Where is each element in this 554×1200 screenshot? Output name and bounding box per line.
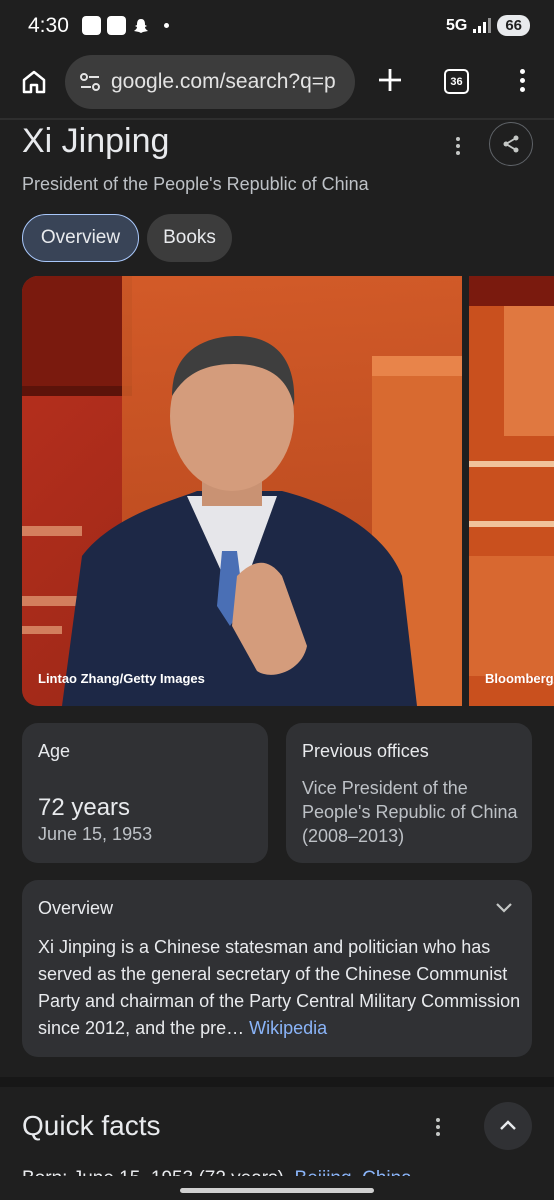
home-icon (22, 70, 46, 94)
more-notifications-dot (164, 23, 169, 28)
quick-facts-more-button[interactable] (431, 1118, 445, 1138)
overview-card[interactable]: Overview Xi Jinping is a Chinese statesm… (22, 880, 532, 1057)
new-tab-button[interactable] (374, 64, 406, 96)
youtube-icon (82, 16, 101, 35)
secondary-image (469, 276, 554, 706)
status-bar: 4:30 5G 66 (0, 0, 554, 52)
born-place-link[interactable]: Beijing, China (295, 1168, 412, 1176)
notification-icons (82, 16, 169, 35)
previous-offices-card[interactable]: Previous offices Vice President of the P… (286, 723, 532, 863)
toolbar-divider (0, 118, 554, 120)
browser-menu-button[interactable] (512, 64, 532, 96)
previous-offices-label: Previous offices (302, 741, 429, 761)
portrait-image (22, 276, 462, 706)
quick-facts-heading: Quick facts (22, 1110, 161, 1141)
share-button[interactable] (489, 122, 533, 166)
network-type: 5G (445, 16, 468, 34)
overview-label: Overview (38, 898, 114, 918)
browser-toolbar: google.com/search?q=p 36 (0, 52, 554, 118)
born-value: June 15, 1953 (72 years), (72, 1168, 290, 1189)
plus-icon (379, 69, 401, 91)
entity-subtitle: President of the People's Republic of Ch… (22, 174, 369, 194)
messages-icon (107, 16, 126, 35)
tab-overview[interactable]: Overview (22, 214, 139, 262)
wikipedia-link[interactable]: Wikipedia (249, 1018, 327, 1038)
photo-credit-secondary: Bloomberg/ (485, 671, 554, 686)
tab-books[interactable]: Books (147, 214, 232, 262)
chevron-down-icon[interactable] (494, 897, 514, 917)
share-icon (503, 135, 519, 153)
site-settings-icon[interactable] (79, 71, 101, 93)
tab-switcher-button[interactable]: 36 (444, 69, 469, 94)
url-bar[interactable]: google.com/search?q=p (65, 55, 355, 109)
photo-credit: Lintao Zhang/Getty Images (38, 671, 205, 686)
entity-photo-secondary[interactable]: Bloomberg/ (469, 276, 554, 706)
quick-facts-collapse-button[interactable] (484, 1102, 532, 1150)
signal-icon (473, 18, 492, 33)
previous-offices-value: Vice President of the People's Republic … (302, 778, 518, 846)
chevron-up-icon (500, 1120, 516, 1130)
overview-description: Xi Jinping is a Chinese statesman and po… (38, 934, 524, 1042)
battery-indicator: 66 (497, 15, 530, 36)
age-label: Age (38, 741, 71, 761)
quick-facts-born: Born: June 15, 1953 (72 years), Beijing,… (22, 1168, 412, 1189)
status-right: 5G 66 (446, 15, 530, 36)
age-card[interactable]: Age 72 years June 15, 1953 (22, 723, 268, 863)
entity-photo[interactable]: Lintao Zhang/Getty Images (22, 276, 462, 706)
status-time: 4:30 (28, 14, 69, 37)
url-text: google.com/search?q=p (111, 70, 336, 93)
born-label: Born: (22, 1168, 68, 1189)
birth-date: June 15, 1953 (38, 824, 153, 844)
entity-title: Xi Jinping (22, 122, 170, 160)
age-value: 72 years (38, 794, 131, 821)
home-button[interactable] (18, 66, 50, 98)
snapchat-icon (132, 17, 150, 35)
section-divider (0, 1077, 554, 1087)
entity-more-options-button[interactable] (450, 137, 466, 157)
gesture-navigation-bar[interactable] (180, 1188, 374, 1193)
